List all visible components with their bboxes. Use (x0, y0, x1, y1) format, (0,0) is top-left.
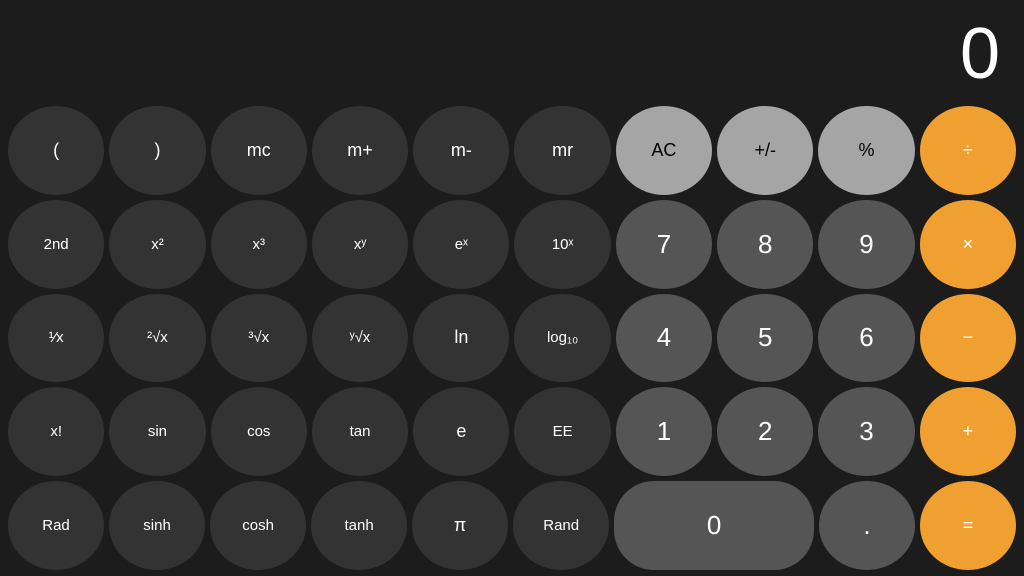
close-paren-button[interactable]: ) (109, 106, 205, 195)
2-button[interactable]: 2 (717, 387, 813, 476)
sqrty-button[interactable]: ʸ√x (312, 294, 408, 383)
plus-minus-button[interactable]: +/- (717, 106, 813, 195)
ee-button[interactable]: EE (514, 387, 610, 476)
cos-button[interactable]: cos (211, 387, 307, 476)
calc-row-row4: RadsinhcoshtanhπRand0.= (8, 481, 1016, 570)
pi-button[interactable]: π (412, 481, 508, 570)
percent-button[interactable]: % (818, 106, 914, 195)
0-button[interactable]: 0 (614, 481, 814, 570)
2nd-button[interactable]: 2nd (8, 200, 104, 289)
6-button[interactable]: 6 (818, 294, 914, 383)
4-button[interactable]: 4 (616, 294, 712, 383)
m-plus-button[interactable]: m+ (312, 106, 408, 195)
sin-button[interactable]: sin (109, 387, 205, 476)
plus-button[interactable]: + (920, 387, 1016, 476)
sqrt2-button[interactable]: ²√x (109, 294, 205, 383)
m-minus-button[interactable]: m- (413, 106, 509, 195)
5-button[interactable]: 5 (717, 294, 813, 383)
decimal-button[interactable]: . (819, 481, 915, 570)
ac-button[interactable]: AC (616, 106, 712, 195)
cosh-button[interactable]: cosh (210, 481, 306, 570)
calc-row-row2: ¹⁄x²√x³√xʸ√xlnlog₁₀456− (8, 294, 1016, 383)
factorial-button[interactable]: x! (8, 387, 104, 476)
mc-button[interactable]: mc (211, 106, 307, 195)
rad-button[interactable]: Rad (8, 481, 104, 570)
e-button[interactable]: e (413, 387, 509, 476)
10x-button[interactable]: 10ˣ (514, 200, 610, 289)
minus-button[interactable]: − (920, 294, 1016, 383)
calc-row-row3: x!sincostaneEE123+ (8, 387, 1016, 476)
open-paren-button[interactable]: ( (8, 106, 104, 195)
tanh-button[interactable]: tanh (311, 481, 407, 570)
8-button[interactable]: 8 (717, 200, 813, 289)
display-value: 0 (960, 18, 1000, 90)
calculator-display: 0 (0, 0, 1024, 100)
calculator-keypad: ()mcm+m-mrAC+/-%÷2ndx²x³xʸeˣ10ˣ789×¹⁄x²√… (0, 100, 1024, 576)
sqrt3-button[interactable]: ³√x (211, 294, 307, 383)
calc-row-row1: 2ndx²x³xʸeˣ10ˣ789× (8, 200, 1016, 289)
xy-button[interactable]: xʸ (312, 200, 408, 289)
9-button[interactable]: 9 (818, 200, 914, 289)
mr-button[interactable]: mr (514, 106, 610, 195)
x2-button[interactable]: x² (109, 200, 205, 289)
rand-button[interactable]: Rand (513, 481, 609, 570)
reciprocal-button[interactable]: ¹⁄x (8, 294, 104, 383)
divide-button[interactable]: ÷ (920, 106, 1016, 195)
3-button[interactable]: 3 (818, 387, 914, 476)
calc-row-row0: ()mcm+m-mrAC+/-%÷ (8, 106, 1016, 195)
x3-button[interactable]: x³ (211, 200, 307, 289)
1-button[interactable]: 1 (616, 387, 712, 476)
log10-button[interactable]: log₁₀ (514, 294, 610, 383)
multiply-button[interactable]: × (920, 200, 1016, 289)
7-button[interactable]: 7 (616, 200, 712, 289)
sinh-button[interactable]: sinh (109, 481, 205, 570)
equals-button[interactable]: = (920, 481, 1016, 570)
ln-button[interactable]: ln (413, 294, 509, 383)
ex-button[interactable]: eˣ (413, 200, 509, 289)
tan-button[interactable]: tan (312, 387, 408, 476)
